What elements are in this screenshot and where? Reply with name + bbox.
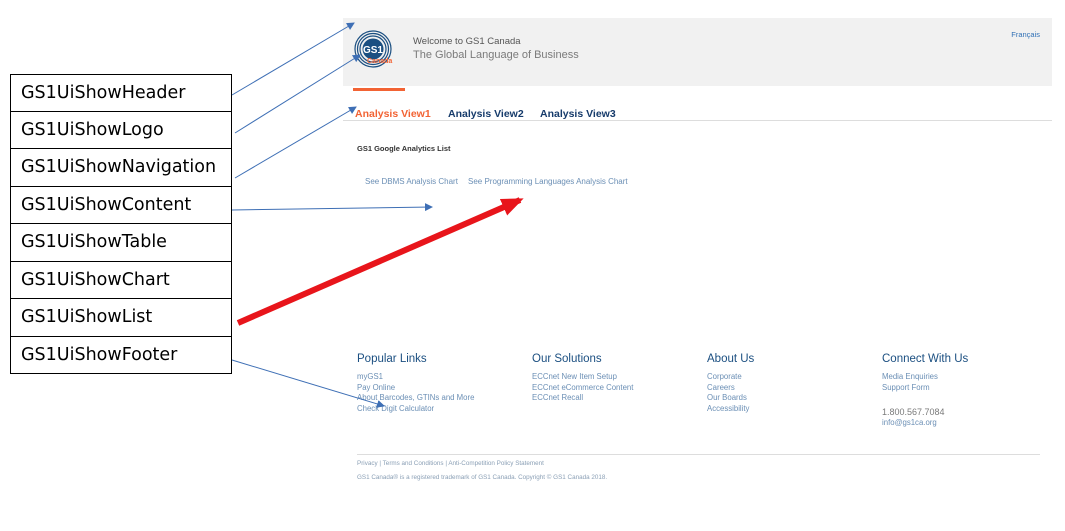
footer-link[interactable]: Media Enquiries — [882, 372, 968, 383]
footer-our-solutions: Our Solutions ECCnet New Item Setup ECCn… — [532, 353, 633, 404]
arrow-navigation — [234, 106, 357, 179]
tab-analysis-view2[interactable]: Analysis View2 — [448, 108, 524, 120]
tab-analysis-view3[interactable]: Analysis View3 — [540, 108, 616, 120]
footer-legal-links[interactable]: Privacy | Terms and Conditions | Anti-Co… — [357, 460, 544, 467]
footer-link[interactable]: Corporate — [707, 372, 754, 383]
welcome-text: Welcome to GS1 Canada — [413, 36, 521, 47]
footer-heading: Our Solutions — [532, 353, 602, 365]
label-logo: GS1UiShowLogo — [10, 111, 232, 149]
footer-about-us: About Us Corporate Careers Our Boards Ac… — [707, 353, 754, 414]
footer-link[interactable]: Careers — [707, 383, 754, 394]
footer-link[interactable]: myGS1 — [357, 372, 474, 383]
footer-link[interactable]: ECCnet eCommerce Content — [532, 383, 633, 394]
svg-text:GS1: GS1 — [363, 45, 383, 56]
footer-link[interactable]: ECCnet New Item Setup — [532, 372, 633, 383]
footer-connect: Connect With Us Media Enquiries Support … — [882, 353, 968, 429]
site-navigation: Analysis View1 Analysis View2 Analysis V… — [343, 106, 1052, 126]
footer-link[interactable]: ECCnet Recall — [532, 393, 633, 404]
label-chart: GS1UiShowChart — [10, 261, 232, 299]
footer-heading: Connect With Us — [882, 353, 969, 365]
label-content: GS1UiShowContent — [10, 186, 232, 224]
footer-link[interactable]: Support Form — [882, 383, 968, 394]
logo-subtext: Canada — [367, 58, 393, 65]
nav-divider — [343, 120, 1052, 121]
footer-link[interactable]: Check Digit Calculator — [357, 404, 474, 415]
footer-copyright: GS1 Canada® is a registered trademark of… — [357, 474, 608, 481]
arrow-header — [231, 22, 355, 96]
website-screenshot: GS1 Canada Welcome to GS1 Canada The Glo… — [343, 18, 1052, 498]
footer-heading: Popular Links — [357, 353, 427, 365]
site-header: GS1 Canada Welcome to GS1 Canada The Glo… — [343, 18, 1052, 86]
programming-chart-link[interactable]: See Programming Languages Analysis Chart — [468, 177, 628, 186]
footer-popular-links: Popular Links myGS1 Pay Online About Bar… — [357, 353, 474, 414]
tab-analysis-view1[interactable]: Analysis View1 — [355, 108, 431, 120]
footer-divider — [357, 454, 1040, 455]
dbms-chart-link[interactable]: See DBMS Analysis Chart — [365, 177, 458, 186]
language-link[interactable]: Français — [1011, 30, 1040, 39]
label-footer: GS1UiShowFooter — [10, 336, 232, 374]
active-tab-indicator — [353, 88, 405, 91]
email-link[interactable]: info@gs1ca.org — [882, 418, 968, 429]
label-navigation: GS1UiShowNavigation — [10, 149, 232, 187]
content-title: GS1 Google Analytics List — [357, 144, 451, 153]
tagline-text: The Global Language of Business — [413, 49, 579, 61]
arrow-logo — [234, 54, 361, 134]
label-header: GS1UiShowHeader — [10, 74, 232, 112]
footer-heading: About Us — [707, 353, 755, 365]
footer-link[interactable]: Pay Online — [357, 383, 474, 394]
footer-link[interactable]: Our Boards — [707, 393, 754, 404]
label-table: GS1UiShowTable — [10, 224, 232, 262]
footer-link[interactable]: About Barcodes, GTINs and More — [357, 393, 474, 404]
component-label-list: GS1UiShowHeader GS1UiShowLogo GS1UiShowN… — [10, 74, 232, 374]
footer-link[interactable]: Accessibility — [707, 404, 754, 415]
phone-number: 1.800.567.7084 — [882, 407, 945, 417]
label-list: GS1UiShowList — [10, 299, 232, 337]
